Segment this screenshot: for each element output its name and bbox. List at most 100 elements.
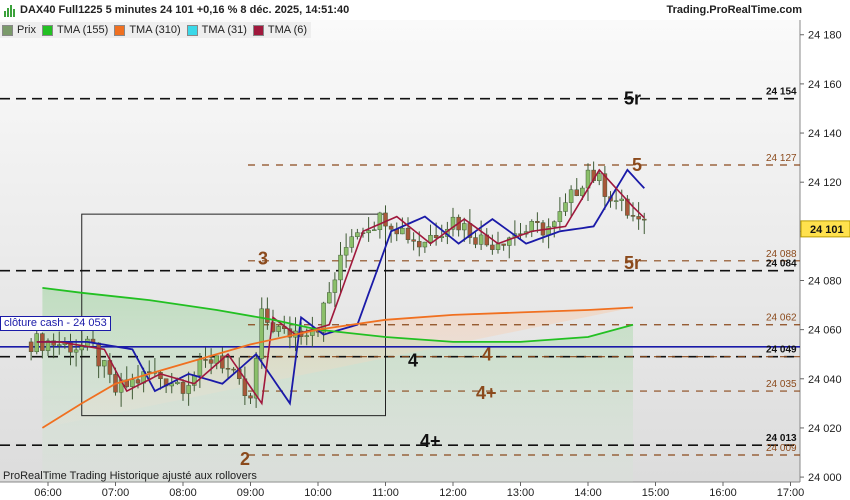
- x-tick-label: 08:00: [169, 487, 197, 499]
- x-tick-label: 06:00: [34, 487, 62, 499]
- price-chart[interactable]: 24 18024 16024 14024 12024 10024 08024 0…: [0, 0, 850, 500]
- candle-body: [203, 359, 208, 361]
- candle-body: [180, 381, 186, 394]
- candle-body: [462, 223, 467, 231]
- candle-body: [552, 221, 557, 227]
- candle-body: [102, 360, 107, 367]
- candle-body: [642, 218, 647, 221]
- y-tick-label: 24 060: [808, 325, 842, 337]
- y-tick-label: 24 140: [808, 128, 842, 140]
- level-price-label: 24 127: [766, 153, 797, 164]
- candle-body: [422, 241, 428, 248]
- candle-body: [338, 254, 343, 281]
- level-tag: 2: [240, 449, 250, 469]
- x-tick-label: 12:00: [439, 487, 467, 499]
- y-tick-label: 24 180: [808, 30, 842, 42]
- legend-label: TMA (6): [267, 24, 308, 36]
- legend-item-tma-6[interactable]: TMA (6): [251, 22, 311, 38]
- candle-body: [636, 216, 641, 220]
- legend-label: TMA (31): [201, 24, 247, 36]
- candle-body: [327, 292, 332, 304]
- candle-body: [135, 379, 141, 384]
- prorealtime-logo-icon: [4, 5, 15, 17]
- candle-body: [490, 244, 495, 250]
- tma31-swatch-icon: [186, 24, 198, 36]
- candle-body: [332, 279, 338, 293]
- candle-body: [557, 211, 563, 223]
- candle-body: [383, 212, 388, 227]
- x-tick-label: 07:00: [102, 487, 130, 499]
- candle-body: [478, 234, 484, 245]
- legend-item-tma-310[interactable]: TMA (310): [112, 22, 184, 38]
- candle-body: [225, 368, 231, 370]
- candle-body: [411, 239, 416, 242]
- site-label: Trading.ProRealTime.com: [666, 4, 802, 16]
- legend-item-tma-31[interactable]: TMA (31): [185, 22, 251, 38]
- candle-body: [265, 308, 270, 323]
- candle-body: [473, 237, 478, 245]
- candle-body: [529, 221, 534, 232]
- x-tick-label: 14:00: [574, 487, 602, 499]
- level-price-label: 24 009: [766, 443, 797, 454]
- candle-body: [343, 247, 349, 256]
- level-tag: 4: [408, 351, 418, 371]
- prix-swatch-icon: [2, 24, 13, 36]
- y-tick-label: 24 040: [808, 374, 842, 386]
- y-tick-label: 24 080: [808, 275, 842, 287]
- level-tag: 3: [258, 249, 268, 269]
- candle-body: [574, 189, 579, 196]
- level-tag: 5r: [624, 253, 641, 273]
- legend-label: TMA (155): [56, 24, 109, 36]
- level-tag: 4+: [476, 383, 497, 403]
- candle-body: [388, 225, 394, 230]
- candle-body: [613, 200, 619, 202]
- candle-body: [417, 241, 422, 248]
- candle-body: [28, 341, 34, 353]
- level-tag: 4+: [420, 431, 441, 451]
- y-tick-label: 24 020: [808, 423, 842, 435]
- cash-close-label: clôture cash - 24 053: [0, 316, 111, 331]
- candle-body: [501, 243, 506, 246]
- candle-body: [366, 230, 371, 234]
- candle-body: [248, 395, 253, 399]
- indicator-legend: Prix TMA (155) TMA (310) TMA (31) TMA (6…: [0, 22, 312, 38]
- candle-body: [563, 202, 568, 212]
- history-note: ProRealTime Trading Historique ajusté au…: [3, 470, 257, 482]
- candle-body: [208, 359, 214, 364]
- candle-body: [349, 236, 354, 248]
- x-tick-label: 09:00: [237, 487, 265, 499]
- candle-body: [535, 221, 540, 223]
- candle-body: [276, 326, 281, 332]
- candle-body: [130, 379, 135, 387]
- tma6-swatch-icon: [252, 24, 264, 36]
- level-price-label: 24 049: [766, 345, 797, 356]
- candle-body: [495, 243, 501, 250]
- legend-item-prix[interactable]: Prix: [0, 22, 40, 38]
- x-tick-label: 17:00: [777, 487, 805, 499]
- candle-body: [377, 212, 383, 230]
- candle-body: [73, 349, 79, 353]
- last-price-label: 24 101: [810, 224, 844, 236]
- candle-body: [96, 342, 101, 367]
- candle-body: [400, 227, 405, 235]
- level-price-label: 24 154: [766, 87, 797, 98]
- candle-body: [186, 385, 191, 394]
- level-tag: 4: [482, 345, 492, 365]
- y-tick-label: 24 160: [808, 79, 842, 91]
- candle-body: [630, 215, 636, 217]
- y-tick-label: 24 120: [808, 177, 842, 189]
- candle-body: [372, 229, 377, 231]
- x-tick-label: 13:00: [507, 487, 535, 499]
- level-tag: 5r: [624, 89, 641, 109]
- tma155-swatch-icon: [41, 24, 53, 36]
- legend-label: TMA (310): [129, 24, 181, 36]
- candle-body: [568, 189, 574, 203]
- candle-body: [197, 359, 203, 376]
- y-tick-label: 24 000: [808, 472, 842, 484]
- candle-body: [57, 344, 62, 346]
- legend-item-tma-155[interactable]: TMA (155): [40, 22, 112, 38]
- level-price-label: 24 035: [766, 379, 797, 390]
- candle-body: [405, 227, 411, 240]
- level-price-label: 24 062: [766, 313, 797, 324]
- x-tick-label: 15:00: [642, 487, 670, 499]
